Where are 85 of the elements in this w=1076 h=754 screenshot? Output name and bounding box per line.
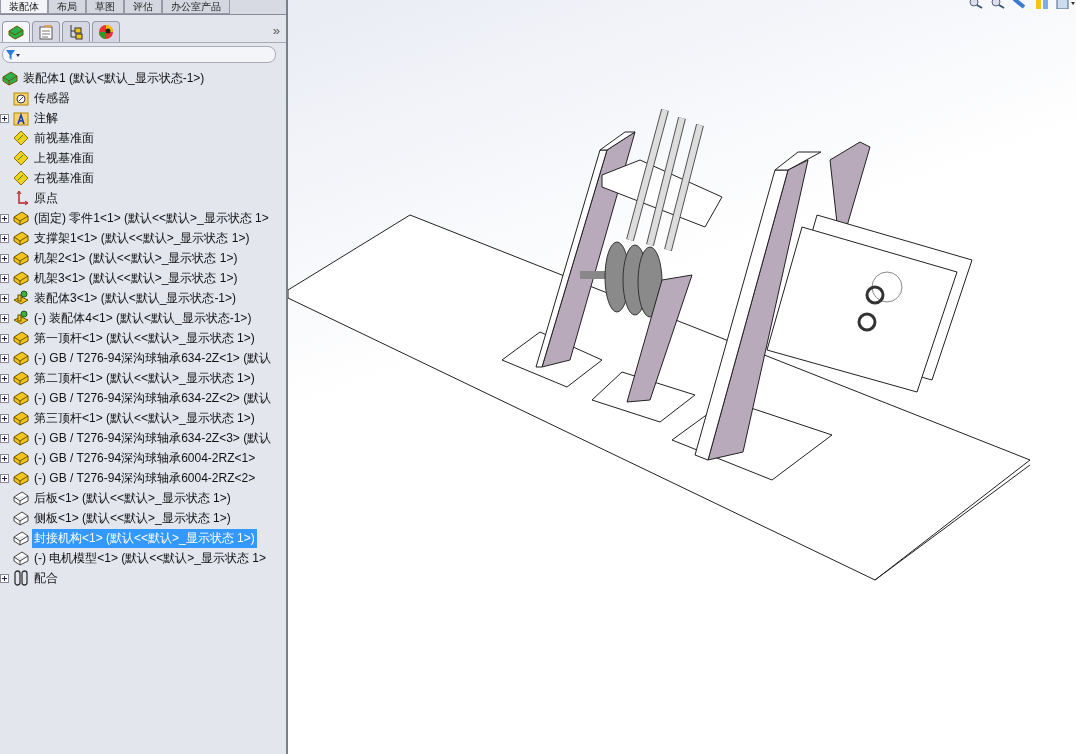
expand-icon[interactable]: [0, 233, 9, 243]
expand-icon[interactable]: [0, 253, 9, 263]
command-tab[interactable]: 装配体: [0, 0, 48, 14]
tree-item[interactable]: 传感器: [32, 88, 72, 108]
block-outline-icon: [13, 490, 29, 506]
expand-icon[interactable]: [0, 473, 9, 483]
tree-blocks-icon[interactable]: [67, 24, 85, 40]
manager-tab[interactable]: [92, 21, 120, 42]
expand-icon[interactable]: [0, 213, 9, 223]
view-orientation-icon[interactable]: [1056, 0, 1076, 9]
tree-item[interactable]: (-) GB / T276-94深沟球轴承634-2Z<1> (默认: [32, 348, 274, 368]
tree-item[interactable]: 装配体3<1> (默认<默认_显示状态-1>): [32, 288, 239, 308]
command-tab[interactable]: 草图: [86, 0, 124, 14]
expand-icon[interactable]: [0, 373, 9, 383]
block-icon: [13, 370, 29, 386]
tree-item[interactable]: (-) GB / T276-94深沟球轴承634-2Z<2> (默认: [32, 388, 274, 408]
tree-item[interactable]: 后板<1> (默认<<默认>_显示状态 1>): [32, 488, 233, 508]
expand-icon[interactable]: [0, 333, 9, 343]
command-tab[interactable]: 办公室产品: [162, 0, 230, 14]
tree-item[interactable]: 装配体1 (默认<默认_显示状态-1>): [21, 68, 207, 88]
color-ball-icon[interactable]: [97, 24, 115, 40]
subassembly-icon: [13, 290, 29, 306]
block-icon: [13, 210, 29, 226]
block-outline-icon: [13, 530, 29, 546]
tree-item[interactable]: (-) 电机模型<1> (默认<<默认>_显示状态 1>: [32, 548, 269, 568]
tree-item[interactable]: (-) GB / T276-94深沟球轴承6004-2RZ<2>: [32, 468, 258, 488]
block-icon[interactable]: [7, 24, 25, 40]
tree-item[interactable]: 机架3<1> (默认<<默认>_显示状态 1>): [32, 268, 240, 288]
paperclip-icon: [13, 570, 29, 586]
expand-icon[interactable]: [0, 433, 9, 443]
manager-tab[interactable]: [62, 21, 90, 42]
expand-icon[interactable]: [0, 393, 9, 403]
block-icon: [13, 350, 29, 366]
expand-icon[interactable]: [0, 573, 9, 583]
list-sheet-icon[interactable]: [37, 24, 55, 40]
tree-item[interactable]: 前视基准面: [32, 128, 96, 148]
command-tab[interactable]: 评估: [124, 0, 162, 14]
tree-item[interactable]: (-) GB / T276-94深沟球轴承634-2Z<3> (默认: [32, 428, 274, 448]
expand-icon[interactable]: [0, 113, 9, 123]
tree-item[interactable]: 注解: [32, 108, 60, 128]
block-icon: [13, 410, 29, 426]
expand-icon[interactable]: [0, 273, 9, 283]
pen-icon[interactable]: [1012, 0, 1028, 9]
block-icon: [13, 250, 29, 266]
plane-icon: [13, 150, 29, 166]
plane-icon: [13, 170, 29, 186]
expand-icon[interactable]: [0, 293, 9, 303]
magnifier-icon[interactable]: [968, 0, 984, 9]
block-icon: [13, 270, 29, 286]
folder-gauge-icon: [13, 90, 29, 106]
block-icon: [13, 470, 29, 486]
command-tab[interactable]: 布局: [48, 0, 86, 14]
block-icon: [13, 330, 29, 346]
more-tabs-button[interactable]: »: [268, 23, 284, 42]
magnifier-icon[interactable]: [990, 0, 1006, 9]
folder-letter-icon: [13, 110, 29, 126]
tree-item[interactable]: 侧板<1> (默认<<默认>_显示状态 1>): [32, 508, 233, 528]
tree-item[interactable]: 机架2<1> (默认<<默认>_显示状态 1>): [32, 248, 240, 268]
filter-field[interactable]: [2, 46, 276, 63]
tree-item[interactable]: 配合: [32, 568, 60, 588]
block-outline-icon: [13, 510, 29, 526]
block-icon: [13, 390, 29, 406]
expand-icon[interactable]: [0, 453, 9, 463]
block-icon: [13, 450, 29, 466]
expand-icon[interactable]: [0, 413, 9, 423]
tree-item[interactable]: 第二顶杆<1> (默认<<默认>_显示状态 1>): [32, 368, 257, 388]
tree-item[interactable]: 上视基准面: [32, 148, 96, 168]
tree-item[interactable]: 右视基准面: [32, 168, 96, 188]
tree-item[interactable]: 原点: [32, 188, 60, 208]
plane-icon: [13, 130, 29, 146]
tree-item[interactable]: (-) GB / T276-94深沟球轴承6004-2RZ<1>: [32, 448, 258, 468]
block-icon: [13, 230, 29, 246]
expand-icon[interactable]: [0, 313, 9, 323]
tree-item[interactable]: (-) 装配体4<1> (默认<默认_显示状态-1>): [32, 308, 254, 328]
block-icon: [13, 430, 29, 446]
tree-item[interactable]: 第三顶杆<1> (默认<<默认>_显示状态 1>): [32, 408, 257, 428]
filter-icon[interactable]: [5, 48, 21, 61]
block-icon: [2, 70, 18, 86]
block-outline-icon: [13, 550, 29, 566]
tree-item[interactable]: 第一顶杆<1> (默认<<默认>_显示状态 1>): [32, 328, 257, 348]
manager-tab[interactable]: [2, 21, 30, 42]
subassembly-icon: [13, 310, 29, 326]
tree-item[interactable]: 支撑架1<1> (默认<<默认>_显示状态 1>): [32, 228, 252, 248]
tree-item[interactable]: (固定) 零件1<1> (默认<<默认>_显示状态 1>: [32, 208, 271, 228]
expand-icon[interactable]: [0, 353, 9, 363]
